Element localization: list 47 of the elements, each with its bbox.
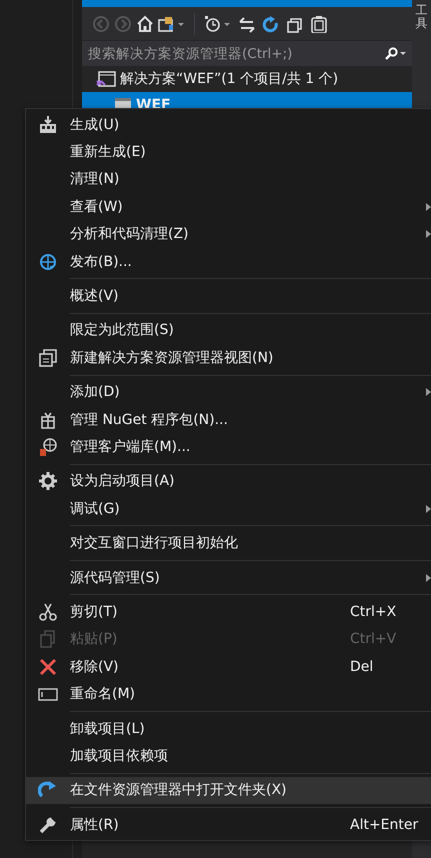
menu-item[interactable]: 查看(W) [26, 193, 431, 221]
menu-item[interactable]: 源代码管理(S) [26, 564, 431, 592]
side-tab-label: 工具 [416, 4, 428, 32]
menu-item[interactable]: 加载项目依赖项 [26, 742, 431, 770]
library-icon [38, 436, 58, 457]
menu-item[interactable]: 添加(D) [26, 378, 431, 406]
menu-item[interactable]: 新建解决方案资源管理器视图(N) [26, 344, 431, 372]
clipboard-icon[interactable] [309, 14, 329, 32]
scissors-icon [38, 602, 58, 622]
shortcut-label: Del [350, 658, 374, 675]
gift-icon [38, 410, 58, 430]
folder-switch-icon[interactable] [158, 14, 186, 32]
menu-item[interactable]: 发布(B)... [26, 248, 431, 276]
menu-item[interactable]: 限定为此范围(S) [26, 316, 431, 344]
history-icon[interactable] [203, 14, 233, 32]
tree-item[interactable]: 解决方案“WEF”(1 个项目/共 1 个) [82, 66, 412, 92]
menu-item[interactable]: 卸载项目(L) [26, 714, 431, 742]
menu-item[interactable]: 概述(V) [26, 282, 431, 310]
refresh-icon[interactable] [261, 14, 281, 32]
menu-item[interactable]: 重命名(M) [26, 680, 431, 708]
menu-item[interactable]: 重新生成(E) [26, 138, 431, 166]
build-icon [38, 114, 58, 135]
menu-item[interactable]: 对交互窗口进行项目初始化 [26, 529, 431, 557]
wrench-icon [38, 814, 58, 835]
shortcut-label: Ctrl+X [350, 604, 398, 620]
menu-item[interactable]: 管理 NuGet 程序包(N)... [26, 406, 431, 434]
menu-item[interactable]: 剪切(T) Ctrl+X [26, 598, 431, 626]
solution-icon [96, 70, 116, 88]
menu-item[interactable]: 管理客户端库(M)... [26, 433, 431, 461]
menu-item[interactable]: 设为启动项目(A) [26, 468, 431, 496]
search-icon[interactable] [384, 46, 406, 60]
menu-item[interactable]: 属性(R) Alt+Enter [26, 810, 431, 838]
menu-item[interactable]: 清理(N) [26, 166, 431, 194]
shortcut-label: Alt+Enter [350, 816, 420, 833]
home-icon[interactable] [136, 14, 154, 32]
menu-item[interactable]: 在文件资源管理器中打开文件夹(X) [26, 776, 431, 804]
menu-item[interactable]: 分析和代码清理(Z) [26, 220, 431, 248]
gear-icon [38, 471, 58, 492]
globe-icon [38, 252, 58, 272]
search-field[interactable]: 搜索解决方案资源管理器(Ctrl+;) [82, 41, 412, 66]
sync-icon[interactable] [237, 14, 257, 32]
shortcut-label: Ctrl+V [350, 631, 398, 648]
new-view-icon [38, 348, 58, 368]
menu-item[interactable]: 调试(G) [26, 495, 431, 522]
menu-item[interactable]: 移除(V) Del [26, 653, 431, 680]
paste-icon [38, 629, 58, 650]
close-icon [38, 656, 58, 677]
